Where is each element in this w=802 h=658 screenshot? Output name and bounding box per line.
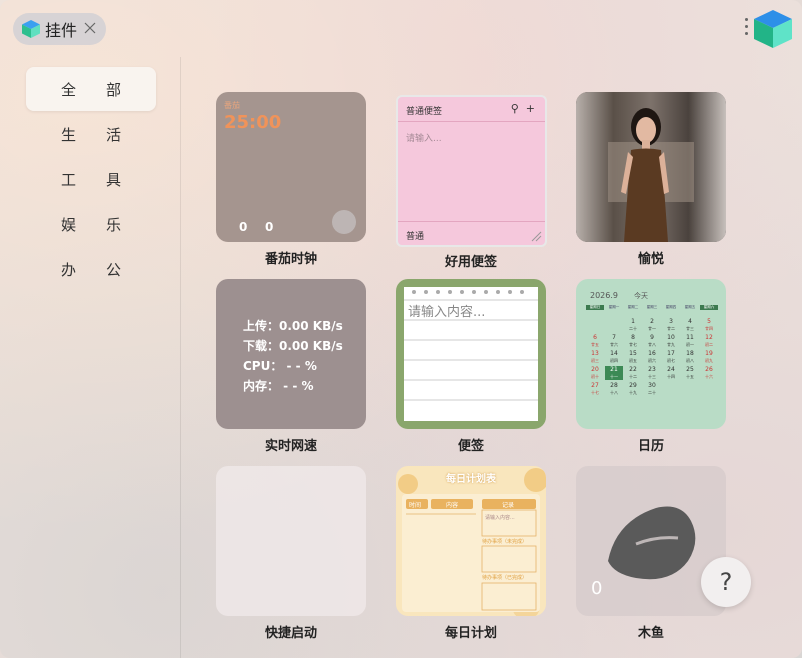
sidebar-item-all[interactable]: 全部 <box>26 67 156 111</box>
cube-app-icon <box>22 20 40 38</box>
calendar-day[interactable]: 13 初三 <box>586 350 604 364</box>
calendar-day[interactable]: 10 廿九 <box>662 334 680 348</box>
sticky-note-widget[interactable]: 普通便签 ⚲ + 请输入... 普通 <box>396 95 547 247</box>
photo-label: 愉悦 <box>637 252 664 267</box>
calendar-day[interactable]: 1 二十 <box>624 318 642 332</box>
calendar-day[interactable]: 7 廿六 <box>605 334 623 348</box>
upload-speed: 上传：0.00 KB/s <box>243 319 343 333</box>
notes-paper: 请输入内容... <box>404 287 538 421</box>
pomodoro-time: 25:00 <box>224 112 282 133</box>
dailyplan-col-time: 时间 <box>409 502 422 509</box>
calendar-day[interactable]: 24 十四 <box>662 366 680 380</box>
calendar-day[interactable]: 6 廿五 <box>586 334 604 348</box>
pomodoro-label: 番茄时钟 <box>264 252 317 267</box>
dailyplan-col-content: 内容 <box>446 502 459 509</box>
portrait-photo <box>576 92 726 242</box>
pomodoro-small-label: 番茄 <box>224 101 240 110</box>
widget-window: 挂件 全部 生活 工具 娱乐 办公 番茄 25:00 0 0 番茄时钟 普通便签… <box>0 0 802 658</box>
calendar-day[interactable]: 29 十九 <box>624 382 642 396</box>
calendar-day[interactable]: 12 初二 <box>700 334 718 348</box>
sidebar-item-entertainment[interactable]: 娱乐 <box>26 202 156 246</box>
calendar-day[interactable]: 4 廿三 <box>681 318 699 332</box>
category-sidebar: 全部 生活 工具 娱乐 办公 <box>0 57 181 658</box>
calendar-day[interactable]: 17 初七 <box>662 350 680 364</box>
calendar-day[interactable]: 21 十一 <box>605 366 623 380</box>
download-speed: 下载：0.00 KB/s <box>243 339 343 353</box>
calendar-weekday: 星期四 <box>665 305 677 309</box>
pin-icon[interactable]: ⚲ <box>511 102 519 115</box>
notes-placeholder[interactable]: 请输入内容... <box>408 301 485 320</box>
close-icon[interactable] <box>82 20 98 36</box>
sidebar-item-life[interactable]: 生活 <box>26 112 156 156</box>
calendar-weekday: 星期一 <box>608 305 620 309</box>
netspeed-label: 实时网速 <box>264 439 317 454</box>
calendar-day[interactable]: 15 初五 <box>624 350 642 364</box>
notes-label: 便签 <box>457 439 484 454</box>
calendar-weekday: 星期二 <box>627 305 639 309</box>
dailyplan-todo-label: 待办事项（未完成） <box>482 539 528 545</box>
calendar-day[interactable]: 22 十二 <box>624 366 642 380</box>
calendar-day[interactable]: 30 二十 <box>643 382 661 396</box>
calendar-day[interactable]: 9 廿八 <box>643 334 661 348</box>
calendar-day[interactable]: 26 十六 <box>700 366 718 380</box>
dailyplan-col-note: 记录 <box>502 502 515 509</box>
notes-widget[interactable]: 请输入内容... <box>396 279 546 429</box>
pomodoro-knob[interactable] <box>332 210 356 234</box>
sticky-footer: 普通 <box>398 221 545 245</box>
calendar-day[interactable]: 11 初一 <box>681 334 699 348</box>
pomodoro-count-a: 0 <box>239 220 248 234</box>
cube-logo-icon <box>754 10 792 48</box>
woodfish-label: 木鱼 <box>637 626 664 641</box>
window-tab[interactable]: 挂件 <box>13 13 106 45</box>
calendar-day[interactable]: 23 十三 <box>643 366 661 380</box>
quicklaunch-label: 快捷启动 <box>264 626 317 641</box>
sidebar-item-tools[interactable]: 工具 <box>26 157 156 201</box>
resize-handle-icon[interactable] <box>530 230 542 242</box>
sticky-header: 普通便签 ⚲ + <box>398 97 545 122</box>
calendar-day[interactable]: 25 十五 <box>681 366 699 380</box>
quicklaunch-widget[interactable] <box>216 466 366 616</box>
photo-widget[interactable] <box>576 92 726 242</box>
calendar-weekday: 星期日 <box>586 305 604 310</box>
calendar-month: 2026.9 <box>590 291 618 300</box>
sidebar-item-office[interactable]: 办公 <box>26 247 156 291</box>
calendar-day[interactable]: 5 廿四 <box>700 318 718 332</box>
calendar-weekday: 星期五 <box>684 305 696 309</box>
more-menu-icon[interactable] <box>744 18 750 40</box>
calendar-today-button[interactable]: 今天 <box>634 291 648 301</box>
calendar-day[interactable]: 14 初四 <box>605 350 623 364</box>
cpu-usage: CPU： - - % <box>243 359 317 373</box>
dailyplan-note-placeholder[interactable]: 请输入内容... <box>485 514 515 521</box>
calendar-day[interactable]: 20 初十 <box>586 366 604 380</box>
add-icon[interactable]: + <box>526 102 535 115</box>
calendar-body: 2026.9 今天 星期日 星期一 星期二 星期三 星期四 星期五 星期六 1 二十 2 廿一 3 廿二… <box>576 279 726 429</box>
window-title: 挂件 <box>45 21 78 40</box>
sticky-placeholder[interactable]: 请输入... <box>406 131 442 144</box>
calendar-day[interactable]: 19 初九 <box>700 350 718 364</box>
calendar-day[interactable]: 8 廿七 <box>624 334 642 348</box>
calendar-day[interactable]: 18 初八 <box>681 350 699 364</box>
pomodoro-widget[interactable]: 番茄 25:00 0 0 <box>216 92 366 242</box>
sticky-header-title: 普通便签 <box>406 107 443 117</box>
dailyplan-label: 每日计划 <box>444 626 497 641</box>
calendar-day[interactable]: 3 廿二 <box>662 318 680 332</box>
calendar-day[interactable]: 27 十七 <box>586 382 604 396</box>
calendar-widget[interactable]: 2026.9 今天 星期日 星期一 星期二 星期三 星期四 星期五 星期六 1 二十 2 廿一 3 廿二… <box>576 279 726 429</box>
sticky-label: 好用便签 <box>444 255 497 270</box>
calendar-weekday: 星期三 <box>646 305 658 309</box>
calendar-day[interactable]: 28 十八 <box>605 382 623 396</box>
dailyplan-widget[interactable]: 每日计划表 时间 内容 记录 请输入内容... 待办事项（未完成） 待办事项（已… <box>396 466 546 616</box>
help-button[interactable]: ? <box>701 557 751 607</box>
netspeed-widget[interactable]: 上传：0.00 KB/s 下载：0.00 KB/s CPU： - - % 内存：… <box>216 279 366 429</box>
calendar-day[interactable]: 16 初六 <box>643 350 661 364</box>
calendar-weekday: 星期六 <box>700 305 718 310</box>
woodfish-count: 0 <box>591 578 603 599</box>
pomodoro-count-b: 0 <box>265 220 274 234</box>
memory-usage: 内存： - - % <box>243 379 314 393</box>
dailyplan-done-label: 待办事项（已完成） <box>482 575 528 581</box>
calendar-label: 日历 <box>637 439 664 454</box>
calendar-day[interactable]: 2 廿一 <box>643 318 661 332</box>
dailyplan-header: 每日计划表 <box>446 474 496 485</box>
